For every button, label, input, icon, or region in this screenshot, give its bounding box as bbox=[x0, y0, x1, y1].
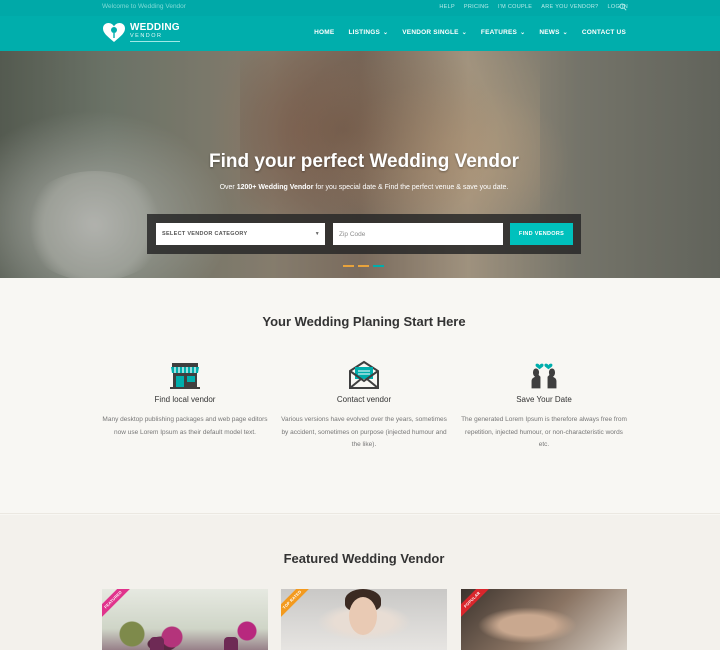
hero-sub-prefix: Over bbox=[219, 184, 235, 191]
nav-label: CONTACT US bbox=[581, 29, 626, 36]
feature-text: The generated Lorem Ipsum is therefore a… bbox=[461, 416, 627, 448]
feature-text: Various versions have evolved over the y… bbox=[281, 416, 447, 448]
bride-face-image bbox=[349, 597, 377, 635]
hero-sub-bold: 1200+ Wedding Vendor bbox=[236, 184, 314, 191]
nav-contact-us[interactable]: CONTACT US bbox=[582, 29, 626, 36]
main-nav: HOME LISTINGS ⌄ VENDOR SINGLE ⌄ FEATURES ⌄ … bbox=[314, 29, 626, 36]
vendor-card[interactable]: POPULAR bbox=[461, 589, 627, 650]
dropdown-arrow-icon: ▼ bbox=[314, 231, 320, 237]
welcome-text: Welcome to Wedding Vendor bbox=[102, 3, 186, 10]
chevron-down-icon: ⌄ bbox=[383, 30, 389, 36]
vendor-search-form: SELECT VENDOR CATEGORY ▼ FIND VENDORS bbox=[147, 214, 581, 254]
nav-home[interactable]: HOME bbox=[314, 29, 334, 36]
couple-icon bbox=[531, 363, 557, 389]
envelope-icon bbox=[349, 360, 379, 389]
main-header: WEDDING VENDOR HOME LISTINGS ⌄ VENDOR SIN… bbox=[0, 16, 720, 51]
nav-label: LISTINGS bbox=[348, 29, 381, 36]
featured-vendors-section: Featured Wedding Vendor FEATURED TOP RAT… bbox=[0, 515, 720, 650]
nav-listings[interactable]: LISTINGS ⌄ bbox=[348, 29, 388, 36]
hero-banner: Find your perfect Wedding Vendor Over 12… bbox=[0, 51, 720, 278]
nav-label: FEATURES bbox=[480, 29, 518, 36]
feature-title: Save Your Date bbox=[516, 395, 572, 404]
vendor-card[interactable]: TOP RATED bbox=[281, 589, 447, 650]
section-title: Your Wedding Planing Start Here bbox=[262, 314, 466, 329]
pricing-link[interactable]: PRICING bbox=[464, 4, 489, 10]
help-link[interactable]: HELP bbox=[439, 4, 455, 10]
slider-dot[interactable] bbox=[343, 265, 354, 267]
im-couple-link[interactable]: I'M COUPLE bbox=[498, 4, 532, 10]
hero-sub-rest: for you special date & Find the perfect … bbox=[315, 184, 509, 191]
slider-dot[interactable] bbox=[358, 265, 369, 267]
chair-image bbox=[224, 637, 238, 650]
nav-news[interactable]: NEWS ⌄ bbox=[539, 29, 568, 36]
chevron-down-icon: ⌄ bbox=[562, 30, 568, 36]
select-label: SELECT VENDOR CATEGORY bbox=[162, 231, 248, 237]
chevron-down-icon: ⌄ bbox=[520, 30, 526, 36]
vendor-category-select[interactable]: SELECT VENDOR CATEGORY ▼ bbox=[156, 223, 325, 245]
feature-text: Many desktop publishing packages and web… bbox=[102, 416, 268, 436]
zip-code-input[interactable] bbox=[333, 223, 503, 245]
planning-section: Your Wedding Planing Start Here Find loc… bbox=[0, 278, 720, 514]
feature-contact-vendor: Contact vendor Various versions have evo… bbox=[280, 360, 448, 452]
nav-features[interactable]: FEATURES ⌄ bbox=[481, 29, 525, 36]
chevron-down-icon: ⌄ bbox=[461, 30, 467, 36]
slider-dot-active[interactable] bbox=[373, 265, 384, 267]
nav-label: VENDOR SINGLE bbox=[402, 29, 459, 36]
logo-text-sub: VENDOR bbox=[130, 34, 180, 42]
nav-label: NEWS bbox=[539, 29, 560, 36]
featured-ribbon: FEATURED bbox=[102, 589, 132, 619]
are-you-vendor-link[interactable]: ARE YOU VENDOR? bbox=[541, 4, 598, 10]
slider-dots bbox=[343, 265, 384, 267]
feature-find-local-vendor: Find local vendor Many desktop publishin… bbox=[101, 360, 269, 439]
find-vendors-button[interactable]: FIND VENDORS bbox=[510, 223, 573, 245]
top-rated-ribbon: TOP RATED bbox=[281, 589, 311, 619]
hero-title: Find your perfect Wedding Vendor bbox=[208, 151, 519, 172]
nav-vendor-single[interactable]: VENDOR SINGLE ⌄ bbox=[402, 29, 467, 36]
nav-label: HOME bbox=[314, 29, 335, 36]
logo-text-main: WEDDING bbox=[130, 22, 180, 34]
heart-logo-icon bbox=[103, 23, 125, 42]
popular-ribbon: POPULAR bbox=[461, 589, 491, 619]
feature-save-your-date: Save Your Date The generated Lorem Ipsum… bbox=[460, 360, 628, 452]
search-icon[interactable] bbox=[619, 3, 627, 11]
hero-subtitle: Over 1200+ Wedding Vendor for you specia… bbox=[0, 184, 720, 191]
feature-title: Contact vendor bbox=[336, 395, 392, 404]
logo[interactable]: WEDDING VENDOR bbox=[102, 22, 180, 43]
feature-title: Find local vendor bbox=[154, 395, 216, 404]
section-title: Featured Wedding Vendor bbox=[283, 551, 445, 566]
top-links: HELP PRICING I'M COUPLE ARE YOU VENDOR? … bbox=[439, 4, 628, 10]
top-bar: Welcome to Wedding Vendor HELP PRICING I… bbox=[0, 0, 720, 16]
store-icon bbox=[170, 363, 200, 389]
chair-image bbox=[150, 637, 164, 650]
vendor-card[interactable]: FEATURED bbox=[102, 589, 268, 650]
